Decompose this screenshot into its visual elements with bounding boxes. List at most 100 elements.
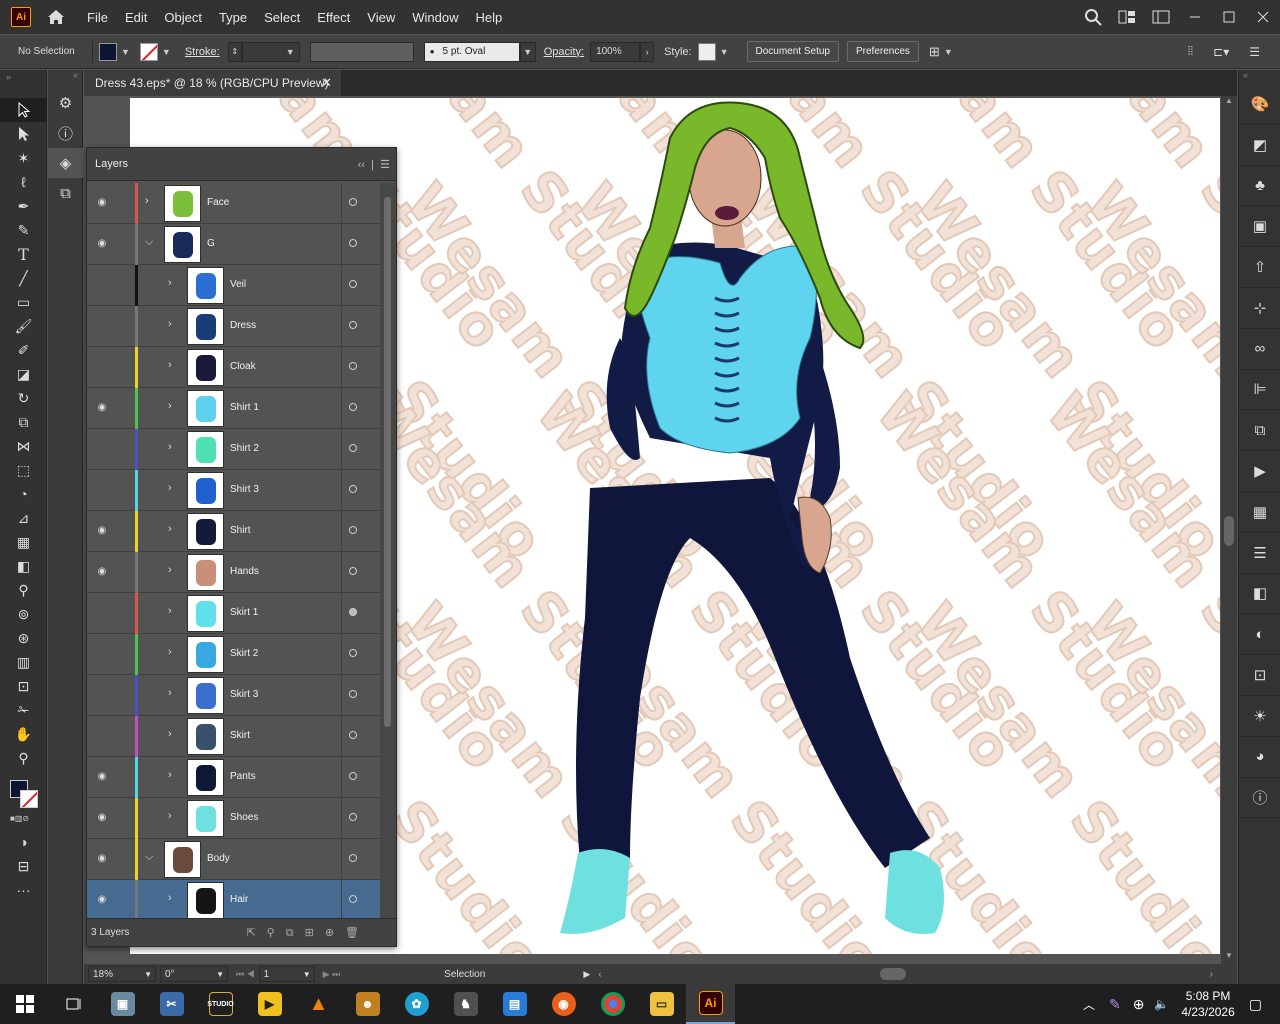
target-circle-icon[interactable] [349, 649, 357, 657]
layer-row[interactable]: ◉ ⌵ Body [87, 839, 380, 880]
transform-panel-icon[interactable]: ⊹ [1239, 288, 1280, 329]
stroke-weight-field[interactable]: ▼ [241, 41, 300, 62]
target-circle-icon[interactable] [349, 239, 357, 247]
target-circle-icon[interactable] [349, 731, 357, 739]
notifications-icon[interactable]: ▢ [1249, 996, 1262, 1013]
menu-edit[interactable]: Edit [125, 10, 147, 25]
panel-menu-icon[interactable]: ☰ [1249, 45, 1260, 59]
opacity-field[interactable]: 100% [590, 41, 641, 62]
collapse-panels-icon[interactable]: « [48, 70, 82, 88]
rotate-view-field[interactable]: 0° ▼ [160, 966, 228, 982]
photo-viewer-icon[interactable]: ▣ [98, 984, 147, 1024]
selection-tool-icon[interactable] [0, 98, 47, 122]
target-circle-icon[interactable] [349, 403, 357, 411]
workspace-icon[interactable] [1144, 0, 1178, 34]
free-transform-tool-icon[interactable]: ⬚ [0, 458, 47, 482]
target-circle-icon[interactable] [349, 362, 357, 370]
search-icon[interactable] [1076, 0, 1110, 34]
preferences-button[interactable]: Preferences [847, 41, 919, 62]
wizard-app-icon[interactable]: ♞ [441, 984, 490, 1024]
rectangle-tool-icon[interactable]: ▭ [0, 290, 47, 314]
visibility-eye-icon[interactable]: ◉ [95, 196, 109, 210]
visibility-eye-icon[interactable]: ◉ [95, 852, 109, 866]
gradient-panel-icon[interactable]: ◧ [1239, 574, 1280, 615]
target-circle-icon[interactable] [349, 895, 357, 903]
horizontal-scroll-thumb[interactable] [880, 968, 906, 980]
properties-icon[interactable]: ⚙ [48, 88, 83, 118]
hand-tool-icon[interactable]: ✋ [0, 722, 47, 746]
vertical-scroll-thumb[interactable] [1224, 516, 1234, 546]
magic-wand-tool-icon[interactable]: ✶ [0, 146, 47, 170]
layer-row[interactable]: › Skirt [87, 716, 380, 757]
chrome-icon[interactable] [588, 984, 637, 1024]
chevron-right-icon[interactable]: › [168, 646, 172, 658]
chevron-right-icon[interactable]: › [168, 523, 172, 535]
visibility-eye-icon[interactable] [95, 278, 109, 292]
draw-mode-icon[interactable]: ◑ [0, 830, 47, 854]
layer-row[interactable]: › Cloak [87, 347, 380, 388]
layer-row[interactable]: ◉ › Hair [87, 880, 380, 919]
chevron-down-icon[interactable]: ▼ [944, 47, 953, 57]
visibility-eye-icon[interactable] [95, 688, 109, 702]
layers-scroll-thumb[interactable] [384, 197, 391, 727]
visibility-eye-icon[interactable] [95, 360, 109, 374]
visibility-eye-icon[interactable] [95, 483, 109, 497]
visibility-eye-icon[interactable] [95, 647, 109, 661]
menu-file[interactable]: File [87, 10, 108, 25]
artboard-nav-prev-icon[interactable]: ⏮ ◀ [236, 969, 255, 980]
variable-width-profile[interactable] [309, 41, 414, 62]
visibility-eye-icon[interactable] [95, 729, 109, 743]
asset-export-icon[interactable]: ⇧ [1239, 247, 1280, 288]
align-panel-icon[interactable]: ⊫ [1239, 370, 1280, 411]
menu-select[interactable]: Select [264, 10, 300, 25]
store-icon[interactable]: ▤ [490, 984, 539, 1024]
target-circle-icon[interactable] [349, 280, 357, 288]
chevron-right-icon[interactable]: › [168, 892, 172, 904]
target-circle-icon[interactable] [349, 772, 357, 780]
visibility-eye-icon[interactable]: ◉ [95, 401, 109, 415]
snipping-tool-icon[interactable]: ✂ [147, 984, 196, 1024]
width-tool-icon[interactable]: ⋈ [0, 434, 47, 458]
target-circle-icon[interactable] [349, 854, 357, 862]
chevron-right-icon[interactable]: › [168, 400, 172, 412]
screen-mode-icon[interactable]: ⊟ [0, 854, 47, 878]
zoom-field[interactable]: 18% ▼ [88, 966, 156, 982]
scroll-right-icon[interactable]: › [1210, 969, 1213, 980]
target-circle-icon[interactable] [349, 321, 357, 329]
status-menu-icon[interactable]: ▶ [583, 969, 590, 980]
swatches-icon[interactable]: ▦ [1239, 492, 1280, 533]
chevron-right-icon[interactable]: › [168, 359, 172, 371]
chevron-right-icon[interactable]: › [168, 441, 172, 453]
studio-app-icon[interactable]: STUDIO [196, 984, 245, 1024]
close-tab-icon[interactable]: ✕ [321, 75, 332, 91]
stroke-none-swatch[interactable] [139, 42, 158, 61]
menu-window[interactable]: Window [412, 10, 458, 25]
visibility-eye-icon[interactable] [95, 319, 109, 333]
layer-row[interactable]: › Veil [87, 265, 380, 306]
line-tool-icon[interactable]: ╱ [0, 266, 47, 290]
visibility-eye-icon[interactable]: ◉ [95, 893, 109, 907]
menu-object[interactable]: Object [164, 10, 202, 25]
chevron-right-icon[interactable]: › [168, 605, 172, 617]
graphic-styles-icon[interactable]: ◕ [1239, 737, 1280, 778]
visibility-eye-icon[interactable]: ◉ [95, 237, 109, 251]
visibility-eye-icon[interactable] [95, 442, 109, 456]
chevron-right-icon[interactable]: › [145, 195, 149, 207]
target-circle-icon[interactable] [349, 444, 357, 452]
layers-footer-actions-icon[interactable]: ⇱⚲⧉⊞⊕🗑 [246, 926, 370, 940]
game-app-icon[interactable]: ☻ [343, 984, 392, 1024]
stroke-swatch[interactable] [20, 790, 38, 808]
chevron-down-icon[interactable]: ▼ [523, 47, 532, 57]
network-app-icon[interactable]: ✿ [392, 984, 441, 1024]
layer-row[interactable]: ◉ › Shirt [87, 511, 380, 552]
gradient-tool-icon[interactable]: ◧ [0, 554, 47, 578]
layer-row[interactable]: › Skirt 3 [87, 675, 380, 716]
brush-definition-field[interactable]: ● 5 pt. Oval [423, 41, 520, 62]
shape-builder-tool-icon[interactable]: ◔ [0, 482, 47, 506]
vertical-scrollbar[interactable]: ▲ ▼ [1221, 96, 1237, 964]
start-icon[interactable] [0, 984, 49, 1024]
visibility-eye-icon[interactable]: ◉ [95, 770, 109, 784]
direct-selection-tool-icon[interactable] [0, 122, 47, 146]
visibility-eye-icon[interactable]: ◉ [95, 524, 109, 538]
pathfinder-icon[interactable]: ⧉ [1239, 410, 1280, 452]
